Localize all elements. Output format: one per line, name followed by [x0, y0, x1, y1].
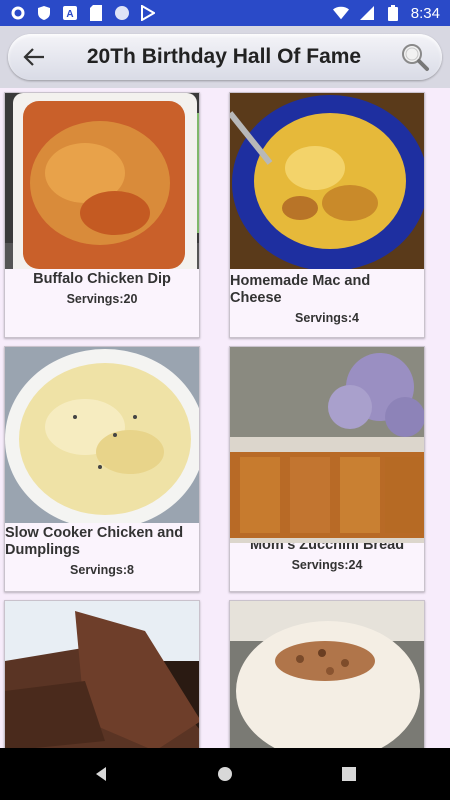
page-title: 20Th Birthday Hall Of Fame — [86, 45, 362, 68]
settings-icon — [10, 5, 26, 21]
play-store-icon — [140, 5, 156, 21]
toolbar: 20Th Birthday Hall Of Fame — [0, 26, 450, 88]
back-button[interactable] — [18, 41, 50, 73]
navigation-bar — [0, 748, 450, 800]
nav-recents-button[interactable] — [337, 762, 361, 786]
recipe-grid: Buffalo Chicken Dip Servings:20 Homemade… — [0, 88, 450, 748]
nav-home-button[interactable] — [213, 762, 237, 786]
search-button[interactable] — [398, 40, 432, 74]
recipe-card[interactable]: Homemade Mac and Cheese Servings:4 — [229, 92, 425, 338]
recipe-card[interactable]: Mom's Zucchini Bread Servings:24 — [229, 346, 425, 592]
nav-home-icon — [218, 767, 232, 781]
wifi-icon — [332, 5, 349, 21]
nav-back-icon — [96, 767, 106, 781]
recipe-photo — [5, 347, 199, 523]
recipe-photo — [5, 601, 199, 748]
shield-icon — [36, 5, 52, 21]
recipe-title: Homemade Mac and Cheese — [230, 273, 371, 306]
recipe-card[interactable]: Slow Cooker Chicken and Dumplings Servin… — [4, 346, 200, 592]
status-icons-right: 8:34 — [332, 4, 440, 22]
back-arrow-icon — [23, 48, 44, 66]
nav-recents-icon — [342, 767, 356, 781]
battery-icon — [385, 5, 401, 21]
app-a-icon: A — [62, 5, 78, 21]
sd-card-icon — [88, 5, 104, 21]
toolbar-pill: 20Th Birthday Hall Of Fame — [8, 34, 442, 80]
recipe-card[interactable]: Buffalo Chicken Dip Servings:20 — [4, 92, 200, 338]
recipe-servings: Servings:24 — [291, 558, 363, 572]
status-bar: A 8:34 — [0, 0, 450, 26]
status-time: 8:34 — [410, 4, 440, 22]
recipe-servings: Servings:8 — [70, 563, 134, 577]
recipe-photo — [5, 93, 199, 269]
nav-back-button[interactable] — [89, 762, 113, 786]
status-icons-left: A — [10, 5, 156, 21]
recipe-card[interactable] — [4, 600, 200, 748]
recipe-photo — [230, 347, 424, 543]
recipe-servings: Servings:4 — [295, 311, 359, 325]
svg-text:A: A — [66, 9, 73, 20]
recipe-title: Slow Cooker Chicken and Dumplings — [5, 525, 184, 558]
recipe-title: Buffalo Chicken Dip — [33, 271, 171, 287]
recipe-card[interactable] — [229, 600, 425, 748]
recipe-photo — [230, 601, 424, 748]
circle-icon — [114, 5, 130, 21]
recipe-servings: Servings:20 — [66, 292, 138, 306]
recipe-photo — [230, 93, 424, 269]
search-icon — [402, 44, 429, 71]
signal-icon — [359, 5, 375, 21]
